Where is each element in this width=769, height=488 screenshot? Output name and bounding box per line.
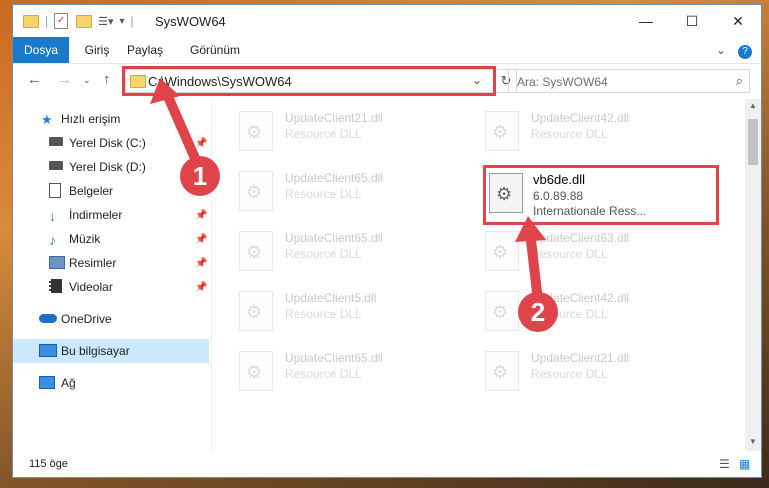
arrow-2-shaft xyxy=(525,227,542,297)
arrow-2-head xyxy=(515,216,546,242)
step-marker-1: 1 xyxy=(180,156,220,196)
arrow-1-shaft xyxy=(161,87,203,170)
step-marker-2: 2 xyxy=(518,292,558,332)
annotation-layer xyxy=(150,78,546,297)
